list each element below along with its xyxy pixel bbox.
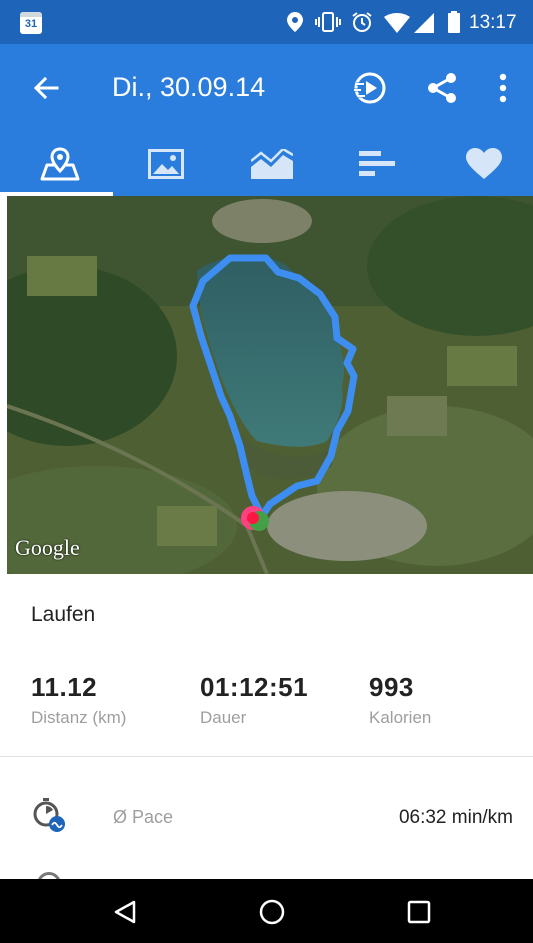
alarm-icon	[352, 12, 372, 32]
satellite-map	[7, 196, 533, 574]
share-route-video-icon[interactable]	[352, 70, 388, 106]
distance-value: 11.12	[31, 672, 98, 702]
tab-photos[interactable]	[113, 132, 219, 196]
wifi-icon	[384, 13, 410, 33]
back-nav-icon[interactable]	[113, 900, 137, 924]
map-pin-icon	[40, 147, 80, 181]
distance-label: Distanz (km)	[31, 708, 127, 727]
activity-type: Laufen	[31, 603, 96, 626]
tab-bar	[0, 132, 533, 196]
route-map[interactable]: Google	[7, 196, 533, 574]
calendar-day: 31	[24, 18, 38, 30]
tab-map[interactable]	[7, 132, 113, 196]
bar-list-icon	[359, 151, 395, 176]
clock: 13:17	[469, 12, 517, 33]
duration-value: 01:12:51	[200, 672, 309, 702]
pace-label: Ø Pace	[113, 807, 174, 827]
battery-icon	[448, 11, 460, 33]
calories-value: 993	[369, 672, 414, 702]
calendar-notification-icon: 31	[20, 12, 42, 34]
back-arrow-icon[interactable]	[33, 75, 59, 101]
pace-value: 06:32 min/km	[398, 807, 513, 828]
cell-signal-icon	[414, 13, 434, 33]
recents-nav-icon[interactable]	[407, 900, 431, 924]
chart-icon	[251, 149, 293, 179]
tab-splits[interactable]	[325, 132, 431, 196]
overflow-menu-icon[interactable]	[498, 72, 508, 104]
share-icon[interactable]	[427, 72, 459, 104]
heart-icon	[466, 148, 502, 179]
detail-row-pace: Ø Pace 06:32 min/km	[0, 790, 533, 846]
map-attribution: Google	[15, 535, 80, 560]
image-icon	[148, 149, 184, 179]
divider	[0, 756, 533, 757]
tab-heart-rate[interactable]	[431, 132, 533, 196]
vibrate-icon	[315, 12, 341, 32]
pace-icon	[33, 798, 65, 832]
navigation-bar	[0, 879, 533, 943]
stats-row: 11.12 Distanz (km) 01:12:51 Dauer 993 Ka…	[0, 670, 533, 740]
tab-charts[interactable]	[219, 132, 325, 196]
location-icon	[287, 12, 303, 32]
app-bar: Di., 30.09.14	[0, 44, 533, 132]
status-bar: 31 13:17	[0, 0, 533, 44]
calories-label: Kalorien	[369, 708, 432, 727]
duration-label: Dauer	[200, 708, 247, 727]
page-title: Di., 30.09.14	[112, 72, 266, 102]
home-nav-icon[interactable]	[258, 898, 286, 926]
